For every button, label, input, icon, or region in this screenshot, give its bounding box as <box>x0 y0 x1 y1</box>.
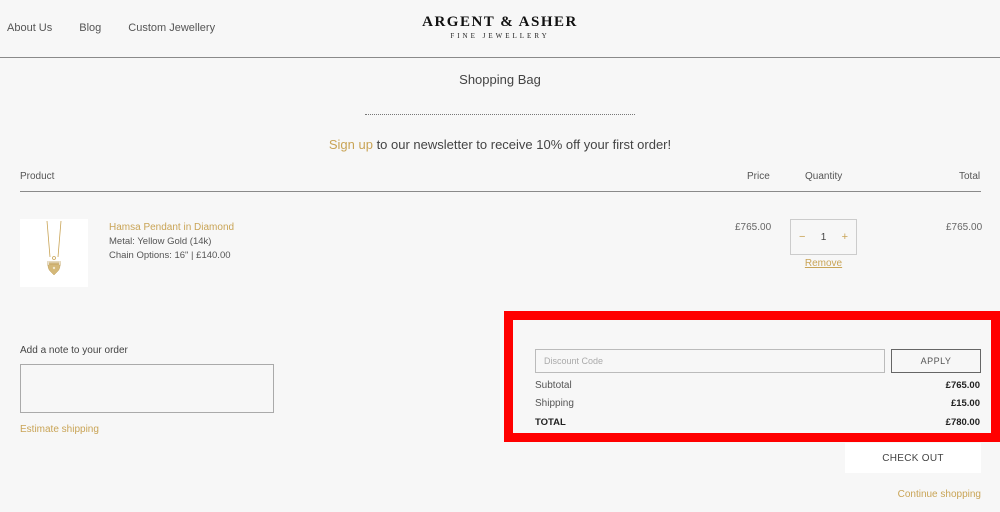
continue-shopping-link[interactable]: Continue shopping <box>898 489 981 500</box>
quantity-value[interactable]: 1 <box>821 232 827 243</box>
shipping-label: Shipping <box>535 398 574 409</box>
table-header-divider <box>20 191 981 192</box>
newsletter-signup-link[interactable]: Sign up <box>329 137 373 152</box>
quantity-increment-button[interactable]: + <box>842 231 848 243</box>
subtotal-value: £765.00 <box>945 380 980 391</box>
shipping-value: £15.00 <box>950 398 980 409</box>
quantity-stepper: − 1 + <box>790 219 857 255</box>
remove-item-link[interactable]: Remove <box>790 258 857 269</box>
header-price: Price <box>747 171 770 182</box>
newsletter-text: to our newsletter to receive 10% off you… <box>372 137 672 152</box>
discount-code-input[interactable] <box>535 349 885 373</box>
highlight-box <box>504 311 1000 442</box>
subtotal-label: Subtotal <box>535 380 572 391</box>
header-product: Product <box>20 171 55 182</box>
apply-discount-button[interactable]: APPLY <box>891 349 981 373</box>
title-divider <box>365 114 635 115</box>
product-chain: Chain Options: 16" | £140.00 <box>109 250 231 261</box>
checkout-button[interactable]: CHECK OUT <box>845 443 981 473</box>
logo-wordmark: ARGENT & ASHER <box>422 14 578 30</box>
estimate-shipping-link[interactable]: Estimate shipping <box>20 424 99 435</box>
site-logo[interactable]: ARGENT & ASHER FINE JEWELLERY <box>0 14 1000 40</box>
header-total: Total <box>959 171 981 182</box>
logo-tagline: FINE JEWELLERY <box>450 32 550 40</box>
order-note-input[interactable] <box>20 364 274 413</box>
product-name-link[interactable]: Hamsa Pendant in Diamond <box>109 222 234 233</box>
product-metal: Metal: Yellow Gold (14k) <box>109 236 212 247</box>
item-total: £765.00 <box>946 222 983 233</box>
order-note-label: Add a note to your order <box>20 345 128 356</box>
total-value: £780.00 <box>945 417 980 428</box>
site-header: About Us Blog Custom Jewellery ARGENT & … <box>0 0 1000 58</box>
header-quantity: Quantity <box>805 171 843 182</box>
item-price: £765.00 <box>735 222 772 233</box>
quantity-decrement-button[interactable]: − <box>799 231 805 243</box>
newsletter-banner: Sign up to our newsletter to receive 10%… <box>0 137 1000 152</box>
total-label: TOTAL <box>535 417 566 428</box>
hamsa-pendant-icon <box>46 220 62 276</box>
page-title: Shopping Bag <box>459 72 541 87</box>
product-thumbnail[interactable] <box>20 219 88 287</box>
